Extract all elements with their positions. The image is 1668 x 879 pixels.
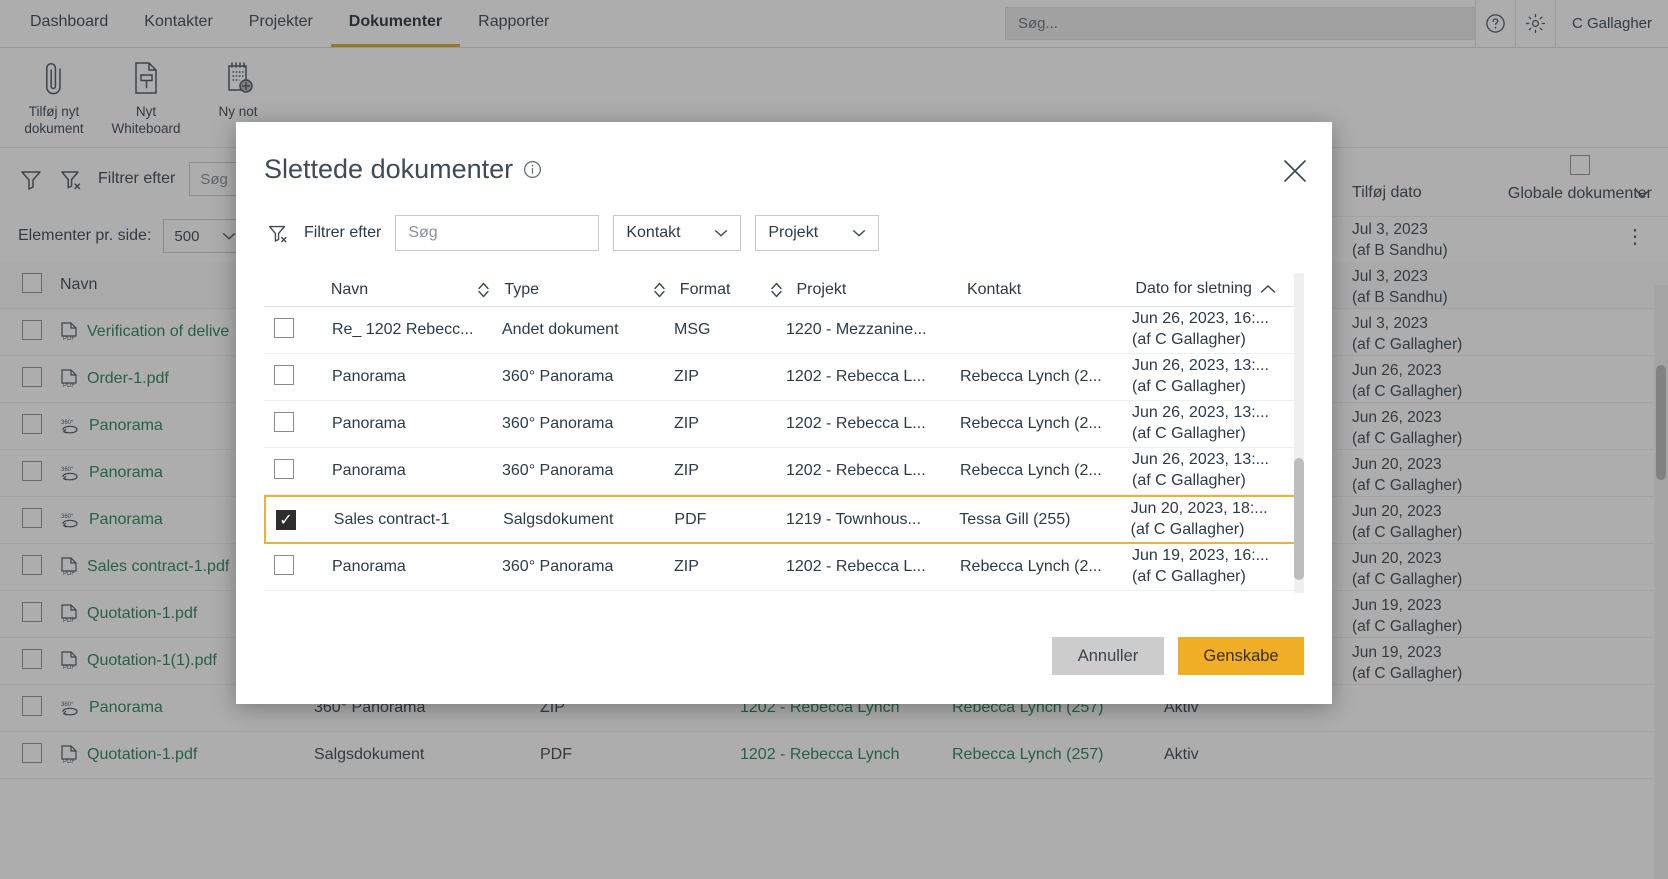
table-row[interactable]: Panorama 360° Panorama ZIP 1202 - Rebecca L… [264,354,1298,401]
table-row[interactable]: ✓ Sales contract-1 Salgsdokument PDF 1219 - … [264,495,1298,544]
dialog-scrollbar[interactable] [1294,273,1304,593]
row-checkbox[interactable]: ✓ [276,509,296,530]
cell-projekt: 1202 - Rebecca L... [786,462,926,479]
cell-navn: Panorama [332,558,406,575]
dialog-title: Slettede dokumenter [264,154,514,184]
deleted-documents-table-body: Re_ 1202 Rebecc... Andet dokument MSG 1220 … [264,307,1298,591]
row-checkbox-cell [264,458,332,484]
cell-type: Salgsdokument [503,510,614,528]
sort-toggle-format[interactable] [770,281,783,299]
row-checkbox[interactable] [274,458,294,479]
sort-asc-icon [1260,285,1276,294]
column-header-type[interactable]: Type [504,281,672,299]
cell-format: ZIP [674,462,699,479]
cell-kontakt: Rebecca Lynch (2... [960,368,1102,385]
table-row[interactable]: Panorama 360° Panorama ZIP 1202 - Rebecca L… [264,544,1298,591]
cell-dato-for-sletning: Jun 26, 2023, 16:... (af C Gallagher) [1132,310,1269,348]
cell-navn: Panorama [332,462,406,479]
sort-toggle-navn[interactable] [477,281,490,299]
funnel-clear-icon[interactable] [266,221,290,245]
cell-dato-for-sletning: Jun 26, 2023, 13:... (af C Gallagher) [1132,404,1269,442]
column-header-projekt[interactable]: Projekt [797,281,967,299]
row-checkbox-cell [264,411,332,437]
cell-navn: Panorama [332,415,406,432]
cell-kontakt: Rebecca Lynch (2... [960,558,1102,575]
cell-format: ZIP [674,558,699,575]
row-checkbox-cell [264,554,332,580]
cell-type: 360° Panorama [502,415,614,432]
cell-dato-for-sletning: Jun 20, 2023, 18:... (af C Gallagher) [1130,499,1268,538]
dialog-search-placeholder: Søg [408,224,438,241]
close-icon[interactable] [1282,158,1308,189]
cell-projekt: 1219 - Townhous... [785,510,921,528]
cell-dato-for-sletning: Jun 26, 2023, 13:... (af C Gallagher) [1132,451,1269,489]
row-checkbox[interactable] [274,554,294,575]
cell-type: 360° Panorama [502,462,614,479]
deleted-documents-table: Navn Type Format Projekt Kontakt Dato fo… [264,273,1298,591]
chevron-down-icon [715,229,728,237]
chevron-down-icon [853,229,866,237]
dialog-search-input[interactable]: Søg [395,215,600,251]
dialog-footer: Annuller Genskabe [1052,637,1304,675]
column-header-kontakt[interactable]: Kontakt [967,281,1135,299]
cell-projekt: 1220 - Mezzanine... [786,321,927,338]
cell-navn: Panorama [332,368,406,385]
cell-dato-for-sletning: Jun 19, 2023, 16:... (af C Gallagher) [1132,547,1269,585]
column-header-navn[interactable]: Navn [331,281,498,299]
deleted-documents-table-header: Navn Type Format Projekt Kontakt Dato fo… [264,273,1298,307]
dialog-projekt-select[interactable]: Projekt [755,215,880,251]
row-checkbox[interactable] [274,411,294,432]
dialog-filter-bar: Filtrer efter Søg Kontakt Projekt [236,185,1332,251]
cell-projekt: 1202 - Rebecca L... [786,415,926,432]
row-checkbox[interactable] [274,364,294,385]
cell-format: PDF [674,510,707,528]
cell-type: Andet dokument [502,321,619,338]
restore-button[interactable]: Genskabe [1178,637,1304,675]
table-row[interactable]: Panorama 360° Panorama ZIP 1202 - Rebecca L… [264,401,1298,448]
row-checkbox[interactable] [274,317,294,338]
info-circle-icon[interactable] [523,160,542,179]
table-row[interactable]: Panorama 360° Panorama ZIP 1202 - Rebecca L… [264,448,1298,495]
column-header-dato-for-sletning[interactable]: Dato for sletning [1135,279,1298,300]
cell-type: 360° Panorama [502,368,614,385]
dialog-projekt-value: Projekt [768,224,819,241]
cell-kontakt: Rebecca Lynch (2... [960,462,1102,479]
cell-format: ZIP [674,368,699,385]
row-checkbox-cell [264,317,332,343]
dialog-table-wrap: Navn Type Format Projekt Kontakt Dato fo… [236,273,1332,593]
app-root: Dashboard Kontakter Projekter Dokumenter… [0,0,1668,879]
dialog-kontakt-value: Kontakt [626,224,681,241]
cancel-button[interactable]: Annuller [1052,637,1164,675]
cell-dato-for-sletning: Jun 26, 2023, 13:... (af C Gallagher) [1132,357,1269,395]
row-checkbox-cell: ✓ [266,509,334,530]
cell-type: 360° Panorama [502,558,614,575]
deleted-documents-dialog: Slettede dokumenter Filtrer efter Søg Ko… [236,122,1332,704]
cell-navn: Sales contract-1 [333,510,450,528]
sort-toggle-type[interactable] [653,281,666,299]
row-checkbox-cell [264,364,332,390]
cell-format: ZIP [674,415,699,432]
dialog-scrollbar-thumb[interactable] [1294,458,1304,580]
dialog-filter-label: Filtrer efter [304,224,382,241]
cell-format: MSG [674,321,711,338]
cell-navn: Re_ 1202 Rebecc... [332,321,474,338]
cell-projekt: 1202 - Rebecca L... [786,558,926,575]
cell-projekt: 1202 - Rebecca L... [786,368,926,385]
cell-kontakt: Tessa Gill (255) [959,510,1071,528]
table-row[interactable]: Re_ 1202 Rebecc... Andet dokument MSG 1220 … [264,307,1298,354]
dialog-title-row: Slettede dokumenter [236,122,1332,185]
dialog-kontakt-select[interactable]: Kontakt [613,215,742,251]
column-header-dato-label: Dato for sletning [1135,280,1252,298]
cell-kontakt: Rebecca Lynch (2... [960,415,1102,432]
